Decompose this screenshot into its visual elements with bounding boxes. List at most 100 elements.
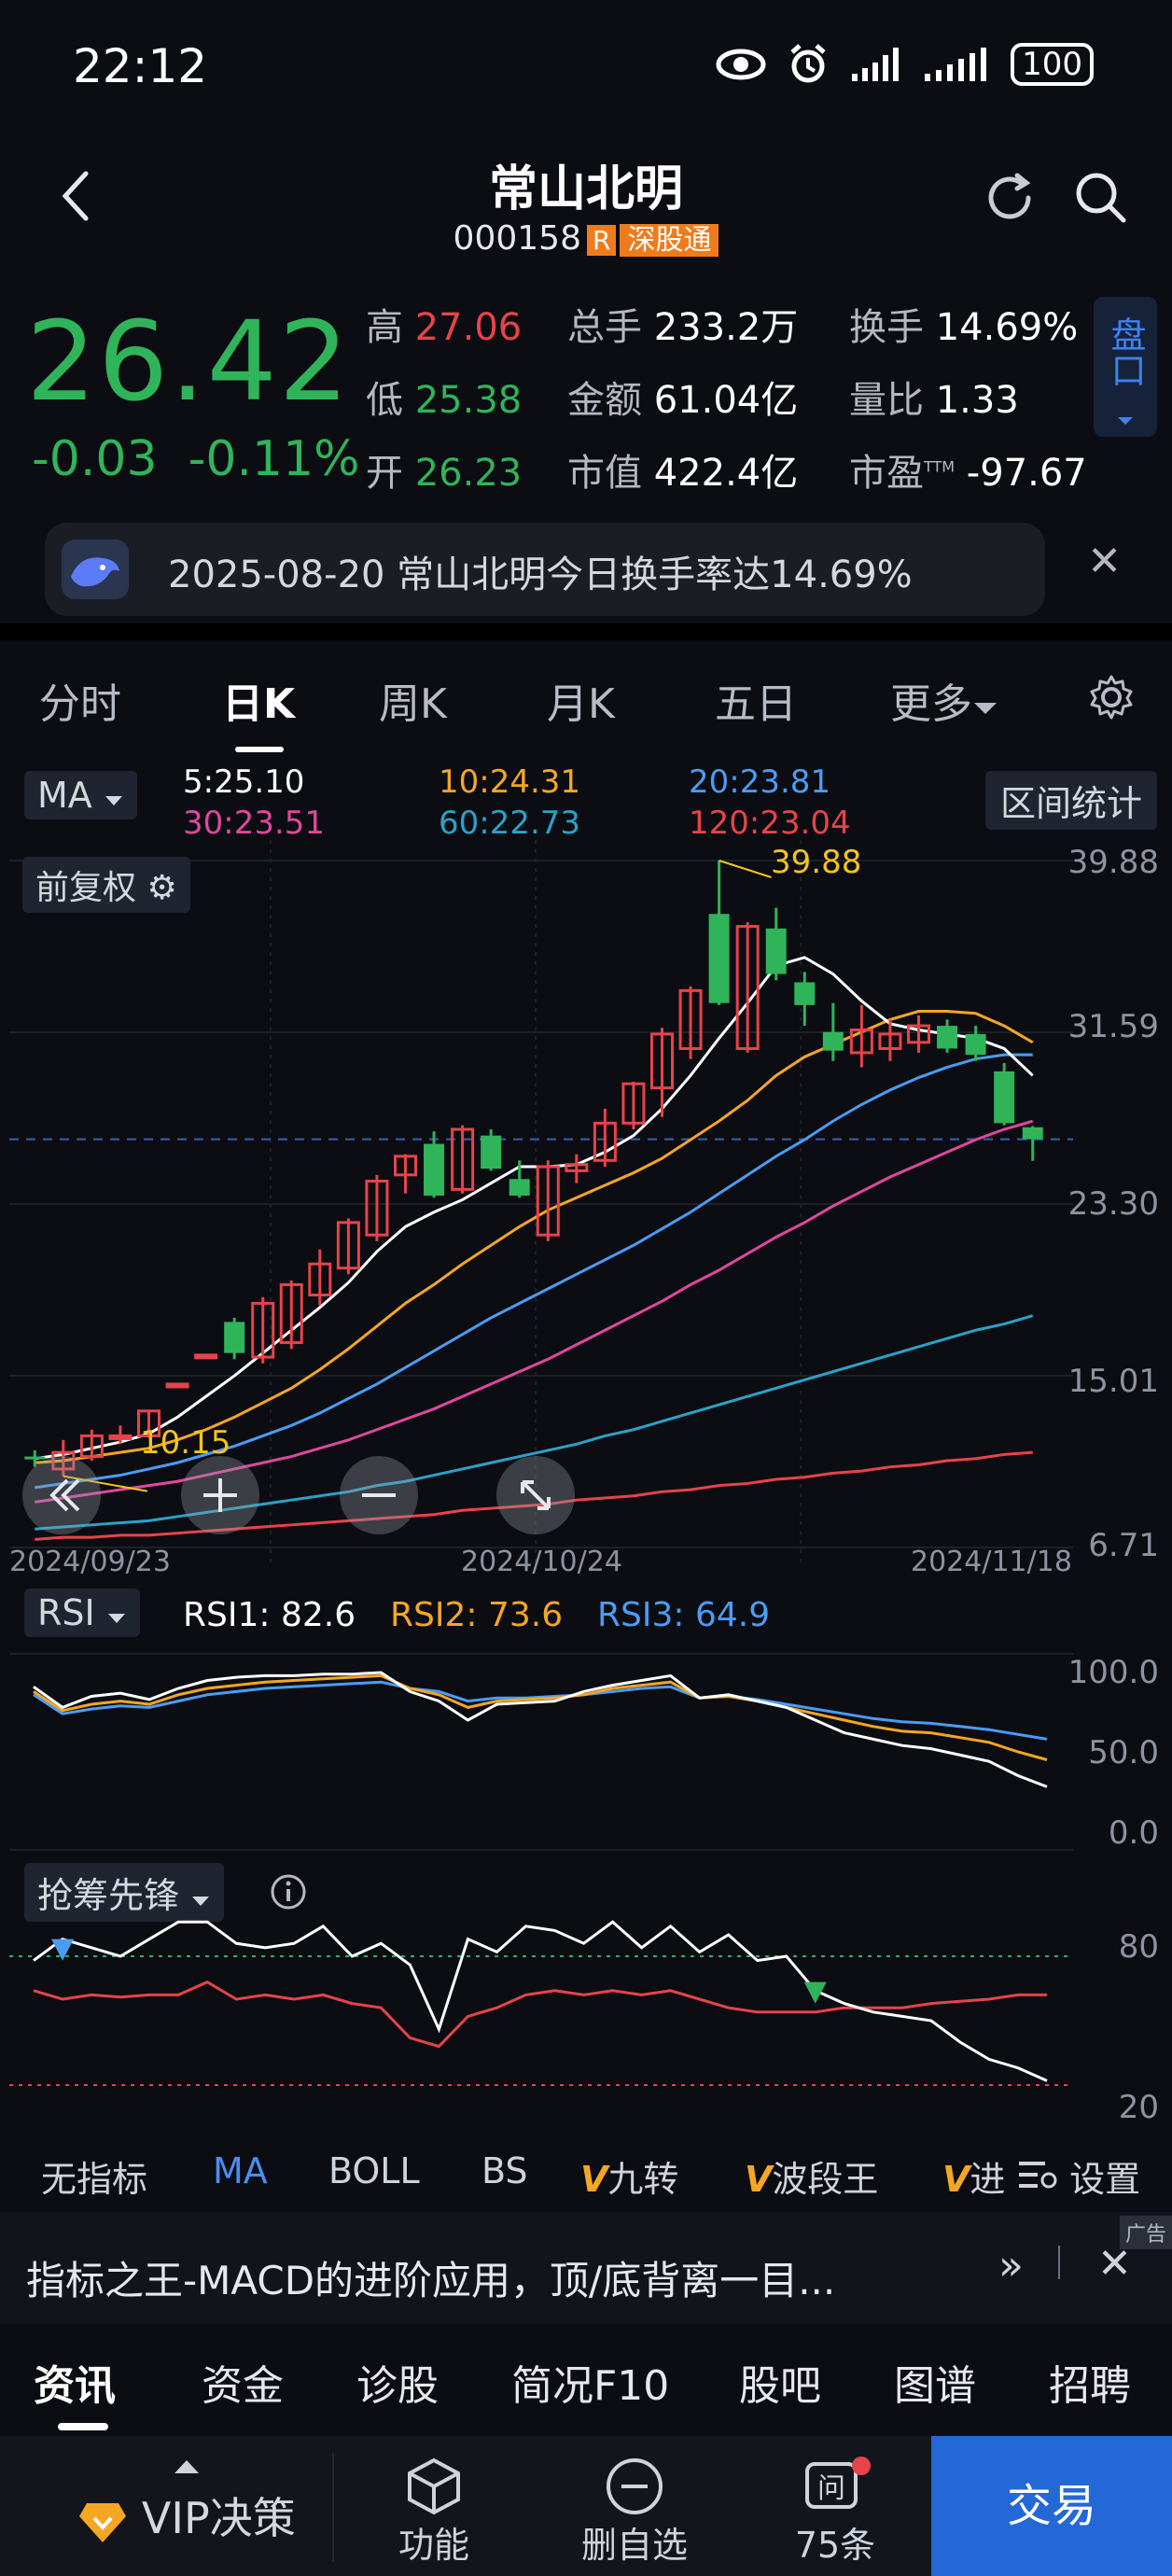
y-tick-1: 39.88 [1067, 844, 1159, 881]
ad-text[interactable]: 指标之王-MACD的进阶应用，顶/底背离一目... [26, 2249, 835, 2306]
indicator-wave[interactable]: V波段王 [745, 2150, 878, 2202]
divider [332, 2453, 334, 2561]
quote-low: 低 25.38 [366, 379, 523, 422]
refresh-icon[interactable] [982, 168, 1041, 228]
chip-line-white [33, 1920, 1048, 2082]
tab-more[interactable]: 更多 [890, 670, 998, 730]
whale-icon [62, 539, 129, 599]
divider [1058, 2246, 1060, 2279]
news-tab-jobs[interactable]: 招聘 [1049, 2352, 1131, 2412]
ma-selector[interactable]: MA [24, 771, 137, 819]
x-tick-1: 2024/09/23 [9, 1546, 171, 1578]
tab-five-day[interactable]: 五日 [715, 670, 797, 730]
v-icon: V [745, 2159, 773, 2200]
news-tab-info[interactable]: 资讯 [34, 2352, 116, 2412]
adjust-label: 前复权 [35, 869, 137, 907]
signal2-icon [925, 48, 987, 81]
indicator-more[interactable]: V进 [942, 2150, 1017, 2202]
indicator-bs[interactable]: BS [481, 2150, 528, 2191]
indicator-settings[interactable]: 设置 [1017, 2150, 1140, 2202]
ma20-line [35, 1053, 1033, 1490]
connect-tag: 深股通 [620, 224, 719, 257]
v-icon: V [942, 2159, 970, 2200]
candle-body [822, 1031, 844, 1051]
chevron-down-icon [974, 703, 997, 714]
rsi-tick-100: 100.0 [1067, 1654, 1159, 1691]
candle-body [224, 1322, 245, 1353]
tab-more-label: 更多 [890, 680, 972, 728]
tab-weekly-k[interactable]: 周K [379, 670, 447, 730]
indicator-boll[interactable]: BOLL [328, 2150, 420, 2191]
divider [0, 623, 1172, 640]
chevron-down-icon [1118, 417, 1133, 425]
chevron-down-icon [105, 796, 122, 805]
search-icon[interactable] [1071, 168, 1131, 228]
indicator-settings-label: 设置 [1069, 2159, 1141, 2200]
expand-icon[interactable]: » [998, 2242, 1024, 2289]
rsi-chart[interactable] [0, 1643, 1172, 1857]
question-chat-icon: 问 [805, 2457, 871, 2509]
cube-icon [408, 2457, 460, 2515]
chevron-up-icon [174, 2460, 199, 2473]
candle-body [994, 1071, 1015, 1124]
function-button[interactable]: 功能 [373, 2457, 495, 2568]
order-book-button[interactable]: 盘口 [1094, 297, 1157, 437]
status-icons: 100 [716, 43, 1094, 86]
tab-daily-k[interactable]: 日K [222, 670, 295, 730]
quote-volume: 总手 233.2万 [567, 306, 799, 349]
chevron-down-icon [107, 1614, 125, 1623]
news-tab-diagnose[interactable]: 诊股 [356, 2352, 439, 2412]
margin-tag: R [586, 225, 617, 256]
order-book-label: 盘口 [1105, 316, 1146, 387]
change-percent: -0.11% [188, 431, 360, 487]
zoom-in-icon[interactable] [179, 1454, 261, 1536]
alarm-icon [790, 44, 826, 83]
remove-watchlist-button[interactable]: 删自选 [569, 2457, 700, 2568]
interval-stats-button[interactable]: 区间统计 [984, 771, 1157, 830]
indicator-nine[interactable]: V九转 [580, 2150, 678, 2202]
y-tick-3: 23.30 [1067, 1185, 1159, 1223]
tab-monthly-k[interactable]: 月K [547, 670, 615, 730]
y-tick-2: 31.59 [1067, 1008, 1159, 1045]
price-change: -0.03 -0.11% [32, 431, 360, 487]
quote-volume-ratio: 量比 1.33 [849, 379, 1019, 422]
trade-button[interactable]: 交易 [931, 2436, 1172, 2576]
fullscreen-icon[interactable] [495, 1454, 577, 1536]
vip-button[interactable]: VIP决策 [37, 2458, 336, 2546]
news-tab-funds[interactable]: 资金 [202, 2352, 284, 2412]
indicator-ma[interactable]: MA [213, 2150, 268, 2191]
close-icon[interactable]: ✕ [1087, 538, 1122, 585]
rsi-selector[interactable]: RSI [24, 1589, 140, 1637]
minus-circle-icon [607, 2458, 663, 2514]
candle-body [965, 1033, 986, 1056]
messages-button[interactable]: 问 75条 [774, 2457, 896, 2568]
news-tab-forum[interactable]: 股吧 [739, 2352, 821, 2412]
battery-indicator: 100 [1011, 43, 1094, 86]
zoom-out-icon[interactable] [338, 1454, 420, 1536]
adjust-selector[interactable]: 前复权 ⚙ [22, 857, 190, 913]
tab-underline [235, 747, 284, 752]
messages-label: 75条 [794, 2525, 876, 2566]
news-tab-f10[interactable]: 简况F10 [511, 2352, 669, 2412]
v-icon: V [580, 2159, 608, 2200]
rsi2-label: RSI2: 73.6 [390, 1596, 564, 1634]
rsi-tick-50: 50.0 [1088, 1734, 1159, 1771]
diamond-icon [79, 2502, 127, 2542]
gear-icon[interactable] [1088, 674, 1135, 721]
kline-chart[interactable] [0, 831, 1172, 1577]
buy-signal-marker [51, 1939, 75, 1961]
svg-text:问: 问 [817, 2472, 845, 2505]
scroll-left-icon[interactable] [21, 1454, 103, 1536]
chip-chart[interactable] [0, 1904, 1172, 2137]
ma-selector-label: MA [37, 775, 92, 816]
indicator-nine-label: 九转 [607, 2159, 679, 2200]
quote-market-cap: 市值 422.4亿 [567, 452, 799, 495]
news-tab-graph[interactable]: 图谱 [894, 2352, 976, 2412]
news-text[interactable]: 2025-08-20 常山北明今日换手率达14.69% [168, 544, 913, 598]
close-icon[interactable]: ✕ [1097, 2240, 1132, 2288]
quote-turnover: 换手 14.69% [849, 306, 1079, 349]
rsi3-label: RSI3: 64.9 [597, 1596, 771, 1634]
tab-intraday[interactable]: 分时 [39, 670, 121, 730]
change-value: -0.03 [32, 431, 158, 487]
indicator-none[interactable]: 无指标 [41, 2150, 147, 2202]
